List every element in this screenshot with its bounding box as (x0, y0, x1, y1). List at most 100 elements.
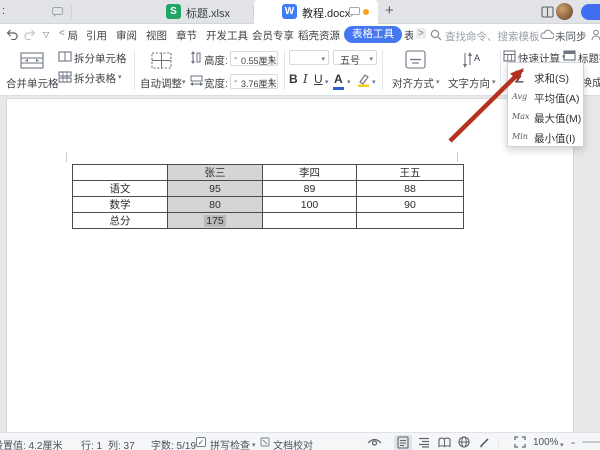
italic-button[interactable]: I (303, 72, 308, 86)
align-button[interactable]: 对齐方式 ▾ (390, 47, 442, 93)
ribbon-tab-developer[interactable]: 开发工具 (206, 28, 248, 43)
spellcheck-checkbox[interactable]: ✓ (196, 437, 206, 447)
tab-active-document[interactable]: W 教程.docx (254, 0, 378, 24)
sheet-tab-label: 标题.xlsx (186, 8, 230, 20)
table-cell-selected[interactable]: 95 (167, 180, 263, 197)
split-view-icon[interactable] (541, 6, 554, 18)
table-row: 数学 80 100 90 (72, 196, 464, 213)
ribbon-tab-layout[interactable]: 布局 (68, 28, 82, 43)
collaborate-icon[interactable] (591, 29, 600, 41)
font-color-button[interactable]: A (334, 72, 343, 86)
split-table-button[interactable]: 拆分表格 ▾ (58, 70, 128, 85)
sync-status[interactable]: 未同步 (555, 29, 587, 44)
ribbon-tab-view[interactable]: 视图 (146, 28, 167, 43)
table-row: 张三 李四 王五 (72, 164, 464, 181)
table-cell[interactable]: 李四 (262, 164, 357, 181)
font-size-combo[interactable]: 五号 ▾ (333, 50, 377, 67)
table-cell[interactable]: 90 (356, 196, 464, 213)
menu-item-min[interactable]: Min 最小值(I) (508, 127, 583, 147)
user-avatar[interactable] (556, 3, 573, 20)
chevron-down-icon: ▾ (372, 79, 376, 86)
ribbon-tab-member[interactable]: 会员专享 (252, 28, 294, 43)
read-view-icon[interactable] (438, 437, 451, 448)
height-value[interactable]: 0.55厘米 (241, 54, 277, 67)
table-cell[interactable]: 数学 (72, 196, 168, 213)
height-stepper[interactable]: - 0.55厘米 + (230, 51, 278, 66)
eye-protection-icon[interactable] (367, 438, 382, 448)
spellcheck-toggle[interactable]: 拼写检查 (210, 437, 250, 450)
search-input[interactable]: 查找命令、搜索模板 (445, 29, 540, 44)
height-minus[interactable]: - (234, 53, 237, 64)
menu-item-average[interactable]: Avg 平均值(A) (508, 87, 583, 107)
row-height-icon (190, 51, 201, 64)
width-plus[interactable]: + (268, 76, 274, 87)
table-cell-selected[interactable]: 175 (167, 212, 263, 229)
tab-partial-document[interactable]: : (0, 0, 71, 24)
auto-fit-button[interactable]: 自动调整 ▾ (138, 47, 186, 93)
table-cell-selected[interactable]: 张三 (167, 164, 263, 181)
table-cell[interactable]: 100 (262, 196, 357, 213)
ink-pen-icon[interactable] (478, 436, 490, 448)
max-icon: Max (512, 112, 530, 121)
customize-toolbar-icon[interactable]: ▽ (43, 30, 49, 39)
merge-cells-button[interactable]: 合并单元格 (4, 47, 59, 93)
zoom-level[interactable]: 100% (533, 437, 559, 448)
ribbon-tab-table-tools[interactable]: 表格工具 (344, 26, 402, 43)
document-page[interactable] (6, 98, 574, 432)
wps-writer-window: : S 标题.xlsx W 教程.docx + ▽ < 局 引用 审阅 视图 章… (0, 0, 600, 450)
table-cell[interactable] (262, 212, 357, 229)
width-value[interactable]: 3.76厘米 (241, 77, 277, 90)
split-cells-button[interactable]: 拆分单元格 (58, 50, 128, 65)
ribbon-tab-overflow[interactable]: 表 (404, 28, 413, 43)
underline-button[interactable]: U (314, 72, 323, 86)
redo-icon[interactable] (23, 29, 36, 40)
menu-item-sum[interactable]: ∑ 求和(S) (508, 67, 583, 87)
text-boundary-mark (66, 152, 67, 162)
table-row: 总分 175 (72, 212, 464, 229)
sum-field-result: 175 (204, 214, 226, 227)
zoom-slider[interactable] (582, 441, 600, 443)
page-view-icon[interactable] (397, 436, 409, 449)
bold-button[interactable]: B (289, 72, 298, 86)
chevron-down-icon: ▾ (347, 79, 351, 86)
table-cell[interactable]: 88 (356, 180, 464, 197)
comment-bubble-icon (52, 7, 63, 17)
web-view-icon[interactable] (458, 436, 470, 448)
table-cell[interactable]: 王五 (356, 164, 464, 181)
svg-text:A: A (474, 53, 480, 63)
ribbon-tab-review[interactable]: 审阅 (116, 28, 137, 43)
proofread-button[interactable]: 文档校对 (273, 437, 313, 450)
width-minus[interactable]: - (234, 76, 237, 87)
table-cell[interactable] (72, 164, 168, 181)
word-count[interactable]: 字数: 5/19 (151, 437, 196, 450)
column-indicator: 列: 37 (108, 441, 135, 450)
preset-value: 设置值: 4.2厘米 (0, 441, 63, 450)
table-cell[interactable]: 语文 (72, 180, 168, 197)
text-direction-button[interactable]: A 文字方向 ▾ (446, 47, 498, 93)
status-bar: 设置值: 4.2厘米 行: 1 列: 37 字数: 5/19 ✓ 拼写检查 ▾ … (0, 432, 600, 450)
font-name-combo[interactable]: ▾ (289, 50, 329, 65)
quick-calc-icon (503, 50, 516, 62)
new-tab-button[interactable]: + (385, 2, 394, 19)
ribbon-tab-docer[interactable]: 稻壳资源 (298, 28, 340, 43)
ribbon-tab-section[interactable]: 章节 (176, 28, 197, 43)
zoom-out-button[interactable]: - (571, 435, 575, 449)
table-cell[interactable] (356, 212, 464, 229)
undo-icon[interactable] (6, 29, 19, 40)
tab-sheet-document[interactable]: S 标题.xlsx (72, 0, 281, 24)
height-plus[interactable]: + (268, 53, 274, 64)
table-cell[interactable]: 总分 (72, 212, 168, 229)
width-label: 宽度: (204, 78, 228, 90)
ribbon-scroll-right[interactable]: > (416, 28, 426, 39)
table-cell[interactable]: 89 (262, 180, 357, 197)
wps-writer-icon: W (282, 4, 297, 19)
table-cell-selected[interactable]: 80 (167, 196, 263, 213)
ribbon-scroll-left[interactable]: < (59, 28, 65, 39)
outline-view-icon[interactable] (418, 437, 430, 448)
menu-item-max[interactable]: Max 最大值(M) (508, 107, 583, 127)
highlight-pen-icon[interactable] (356, 73, 371, 87)
ribbon-tab-reference[interactable]: 引用 (86, 28, 107, 43)
member-pill-button[interactable] (581, 4, 600, 20)
width-stepper[interactable]: - 3.76厘米 + (230, 74, 278, 89)
fit-page-icon[interactable] (514, 436, 526, 448)
